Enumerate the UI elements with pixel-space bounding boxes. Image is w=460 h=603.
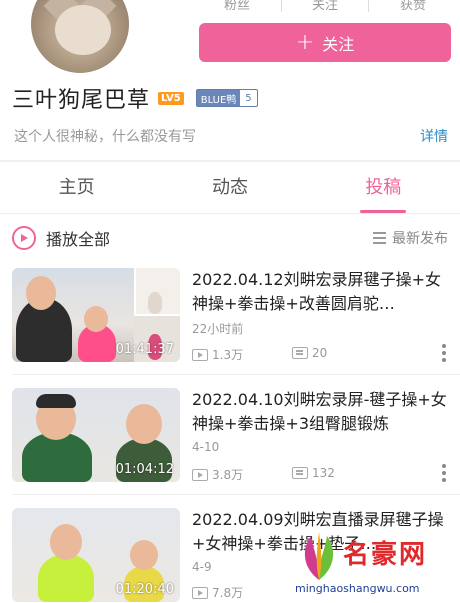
- stats-bar: 粉丝 关注 获赞: [200, 0, 450, 13]
- danmaku-icon: [292, 467, 308, 479]
- video-publish-time: 4-10: [192, 440, 220, 454]
- play-count-value: 3.8万: [212, 468, 244, 482]
- likes-label: 获赞: [399, 0, 426, 13]
- fan-medal-name: BLUE鸭: [196, 90, 241, 106]
- video-thumbnail[interactable]: 01:20:40: [12, 508, 180, 602]
- fan-medal[interactable]: BLUE鸭 5: [195, 89, 258, 107]
- play-count-icon: [192, 586, 208, 599]
- play-all-button[interactable]: 播放全部: [46, 226, 110, 250]
- play-circle-icon[interactable]: [12, 226, 36, 250]
- profile-tabs: 主页 动态 投稿: [0, 162, 460, 214]
- tab-dynamics[interactable]: 动态: [153, 162, 306, 213]
- danmaku-count-value: 20: [312, 346, 328, 360]
- avatar[interactable]: [28, 0, 132, 76]
- fan-medal-level: 5: [245, 92, 252, 104]
- video-item[interactable]: 01:41:37 2022.04.12刘畊宏录屏毽子操+女神操+拳击操+改善圆肩…: [0, 268, 460, 386]
- watermark-brand: 名豪网: [343, 540, 428, 570]
- play-count-icon: [192, 468, 208, 481]
- username: 三叶狗尾巴草: [12, 88, 151, 113]
- video-item[interactable]: 01:04:12 2022.04.10刘畊宏录屏-毽子操+女神操+拳击操+3组臀…: [0, 388, 460, 506]
- watermark-url: minghaoshangwu.com: [295, 582, 420, 595]
- video-duration: 01:41:37: [115, 342, 174, 357]
- level-badge: LV5: [158, 91, 184, 105]
- play-count: 1.3万: [192, 346, 243, 363]
- row-divider: [12, 494, 460, 495]
- play-count: 3.8万: [192, 466, 243, 483]
- tab-home[interactable]: 主页: [0, 162, 153, 213]
- more-options-icon[interactable]: [442, 344, 446, 362]
- stats-divider: [280, 0, 282, 12]
- detail-link[interactable]: 详情: [420, 126, 448, 146]
- danmaku-count-value: 132: [312, 466, 335, 480]
- list-sort-icon: [373, 232, 386, 244]
- danmaku-icon: [292, 347, 308, 359]
- play-count-value: 1.3万: [212, 348, 244, 362]
- plus-icon: +: [295, 29, 315, 55]
- video-publish-time: 4-9: [192, 560, 212, 574]
- fans-label[interactable]: 粉丝: [224, 0, 250, 13]
- play-count-value: 7.8万: [212, 586, 244, 600]
- danmaku-count: 20: [292, 346, 327, 360]
- danmaku-count: 132: [292, 466, 335, 480]
- play-all-row: 播放全部 最新发布: [0, 215, 460, 261]
- cat-face: [55, 5, 111, 55]
- video-publish-time: 22小时前: [192, 322, 244, 336]
- profile-name-row: 三叶狗尾巴草 LV5 BLUE鸭 5: [12, 82, 258, 114]
- video-title[interactable]: 2022.04.12刘畊宏录屏毽子操+女神操+拳击操+改善圆肩驼…: [192, 268, 450, 316]
- video-duration: 01:20:40: [115, 582, 174, 597]
- video-thumbnail[interactable]: 01:41:37: [12, 268, 180, 362]
- video-title[interactable]: 2022.04.10刘畊宏录屏-毽子操+女神操+拳击操+3组臀腿锻炼: [192, 388, 450, 436]
- tab-uploads[interactable]: 投稿: [307, 162, 460, 213]
- follow-button-label: 关注: [322, 34, 355, 54]
- follow-count-label[interactable]: 关注: [312, 0, 338, 13]
- row-divider: [12, 374, 460, 375]
- video-duration: 01:04:12: [115, 462, 174, 477]
- play-count-icon: [192, 348, 208, 361]
- sort-label: 最新发布: [392, 231, 448, 247]
- sort-dropdown[interactable]: 最新发布: [373, 228, 448, 248]
- more-options-icon[interactable]: [442, 464, 446, 482]
- stats-divider: [368, 0, 370, 12]
- video-thumbnail[interactable]: 01:04:12: [12, 388, 180, 482]
- play-count: 7.8万: [192, 584, 243, 601]
- leaf-logo-icon: [304, 532, 334, 580]
- bio-text: 这个人很神秘，什么都没有写: [14, 129, 196, 145]
- watermark: 名豪网 minghaoshangwu.com: [295, 528, 455, 600]
- follow-button[interactable]: + 关注: [199, 23, 451, 62]
